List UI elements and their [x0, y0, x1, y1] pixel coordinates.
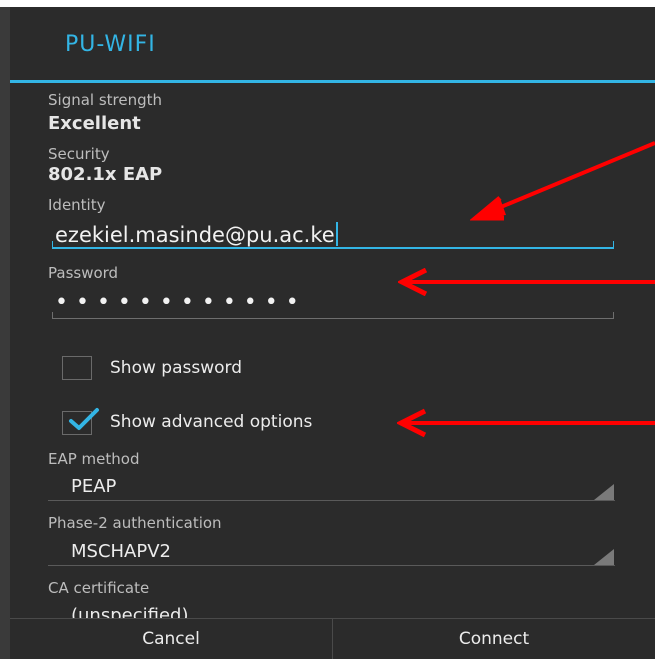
- connect-button[interactable]: Connect: [333, 619, 655, 659]
- password-input-value[interactable]: ••••••••••••: [55, 290, 307, 315]
- ca-certificate-label: CA certificate: [48, 579, 150, 597]
- show-advanced-label[interactable]: Show advanced options: [110, 412, 312, 432]
- identity-input-value[interactable]: ezekiel.masinde@pu.ac.ke: [55, 222, 338, 247]
- password-underline-cap-left: [52, 312, 53, 319]
- text-cursor: [335, 222, 338, 246]
- eap-method-underline: [48, 500, 615, 501]
- identity-label: Identity: [48, 196, 106, 214]
- show-password-checkbox[interactable]: [62, 356, 92, 380]
- cancel-button[interactable]: Cancel: [10, 619, 332, 659]
- title-divider: [10, 80, 655, 83]
- phase2-value[interactable]: MSCHAPV2: [71, 541, 171, 562]
- identity-underline-cap-left: [52, 241, 53, 248]
- show-advanced-checkbox[interactable]: [62, 408, 99, 435]
- dialog-titlebar: PU-WIFI: [10, 7, 655, 81]
- wifi-dialog: PU-WIFI Signal strength Excellent Securi…: [10, 7, 655, 659]
- red-arrow-icon: [470, 141, 655, 221]
- background-edge: [0, 7, 10, 659]
- password-label: Password: [48, 264, 119, 282]
- red-arrow-icon: [398, 268, 655, 296]
- identity-underline-cap-right: [613, 241, 614, 248]
- signal-strength-label: Signal strength: [48, 91, 163, 109]
- eap-method-value[interactable]: PEAP: [71, 476, 116, 497]
- security-label: Security: [48, 145, 110, 163]
- phase2-underline: [48, 565, 615, 566]
- phase2-label: Phase-2 authentication: [48, 514, 222, 532]
- dropdown-triangle-icon: [594, 549, 614, 565]
- screenshot-frame: PU-WIFI Signal strength Excellent Securi…: [0, 0, 655, 666]
- dropdown-triangle-icon: [594, 484, 614, 500]
- red-arrow-icon: [397, 408, 655, 438]
- eap-method-label: EAP method: [48, 450, 140, 468]
- security-value: 802.1x EAP: [48, 164, 163, 185]
- show-password-label[interactable]: Show password: [110, 358, 242, 378]
- dialog-title: PU-WIFI: [65, 32, 156, 57]
- password-underline: [52, 318, 614, 319]
- signal-strength-value: Excellent: [48, 113, 141, 134]
- password-underline-cap-right: [613, 312, 614, 319]
- check-icon: [69, 408, 99, 430]
- identity-underline: [52, 247, 614, 249]
- button-bar: Cancel Connect: [10, 618, 655, 659]
